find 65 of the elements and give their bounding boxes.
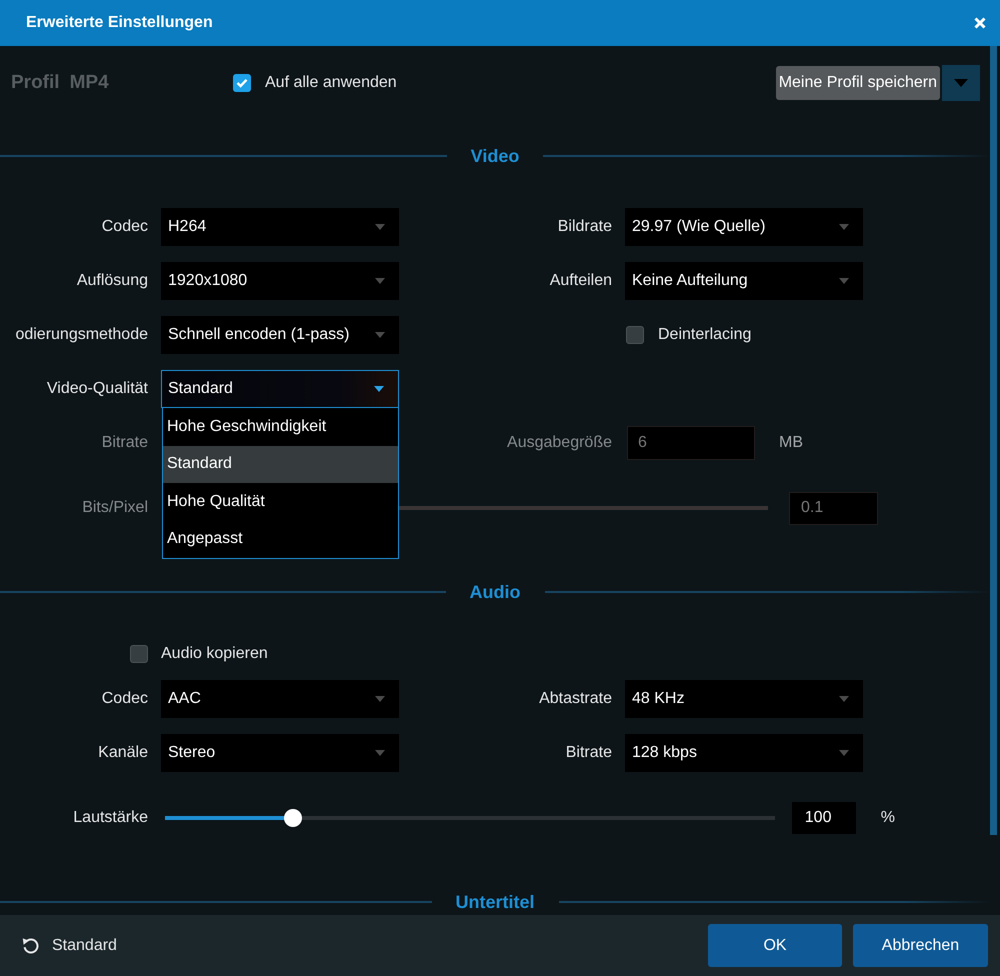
field-label: Bitrate — [102, 434, 148, 452]
section-title: Audio — [470, 582, 520, 602]
section-title: Untertitel — [456, 892, 535, 912]
circular-arrow-icon — [22, 936, 40, 954]
field-label: Kanäle — [98, 744, 148, 762]
save-profile-button[interactable]: Meine Profil speichern — [776, 66, 940, 100]
caret-icon — [839, 696, 849, 702]
checkbox[interactable] — [626, 326, 644, 344]
caret-icon — [839, 750, 849, 756]
cancel-button[interactable]: Abbrechen — [853, 924, 988, 967]
dropdown[interactable]: Schnell encoden (1-pass) — [161, 316, 399, 354]
number-field[interactable]: 100 — [792, 802, 856, 834]
menu-item[interactable]: Standard — [163, 446, 398, 483]
window-title: Erweiterte Einstellungen — [26, 14, 213, 32]
number-field: 6 — [627, 426, 755, 460]
dropdown[interactable]: 128 kbps — [625, 734, 863, 772]
dropdown[interactable]: 1920x1080 — [161, 262, 399, 300]
caret-icon — [375, 224, 385, 230]
profile-name: MP4 — [70, 72, 109, 94]
number-field: 0.1 — [789, 492, 878, 524]
caret-icon — [839, 224, 849, 230]
field-label: Video-Qualität — [46, 380, 148, 398]
field-label: Codec — [102, 218, 148, 236]
field-label: Codec — [102, 690, 148, 708]
caret-icon — [954, 79, 968, 87]
checkmark-icon — [236, 78, 248, 88]
caret-icon — [375, 696, 385, 702]
checkbox-label: Auf alle anwenden — [265, 74, 397, 92]
scrollbar-thumb[interactable] — [990, 46, 997, 835]
field-label: Bildrate — [558, 218, 612, 236]
dropdown[interactable]: Keine Aufteilung — [625, 262, 863, 300]
menu-item[interactable]: Angepasst — [163, 520, 398, 558]
caret-icon — [375, 278, 385, 284]
caret-icon — [375, 750, 385, 756]
caret-icon — [375, 332, 385, 338]
section-title: Video — [470, 146, 520, 166]
caret-icon — [839, 278, 849, 284]
menu-item[interactable]: Hohe Qualität — [163, 483, 398, 520]
field-label: Ausgabegröße — [507, 434, 612, 452]
ok-button[interactable]: OK — [708, 924, 842, 967]
field-label: odierungsmethode — [15, 326, 148, 344]
dropdown[interactable]: Standard — [161, 370, 399, 408]
unit-label: MB — [779, 434, 803, 452]
caret-icon — [374, 386, 384, 392]
field-label: Bits/Pixel — [82, 499, 148, 517]
checkbox-label: Audio kopieren — [161, 645, 269, 663]
menu-item[interactable]: Hohe Geschwindigkeit — [163, 408, 398, 446]
field-label: Lautstärke — [73, 809, 148, 827]
dropdown[interactable]: Stereo — [161, 734, 399, 772]
dropdown[interactable]: H264 — [161, 208, 399, 246]
dropdown[interactable]: 29.97 (Wie Quelle) — [625, 208, 863, 246]
profile-label: Profil — [11, 72, 60, 94]
field-label: Abtastrate — [539, 690, 612, 708]
dropdown[interactable]: AAC — [161, 680, 399, 718]
checkbox[interactable] — [130, 645, 148, 663]
field-label: Bitrate — [566, 744, 612, 762]
dropdown[interactable]: 48 KHz — [625, 680, 863, 718]
checkbox-label: Deinterlacing — [658, 326, 752, 344]
checkbox[interactable] — [233, 74, 251, 92]
unit-label: % — [880, 809, 895, 827]
reset-button[interactable]: Standard — [22, 936, 117, 954]
field-label: Aufteilen — [550, 272, 612, 290]
close-icon[interactable] — [974, 17, 986, 29]
field-label: Auflösung — [76, 272, 148, 290]
slider-thumb[interactable] — [284, 809, 302, 827]
